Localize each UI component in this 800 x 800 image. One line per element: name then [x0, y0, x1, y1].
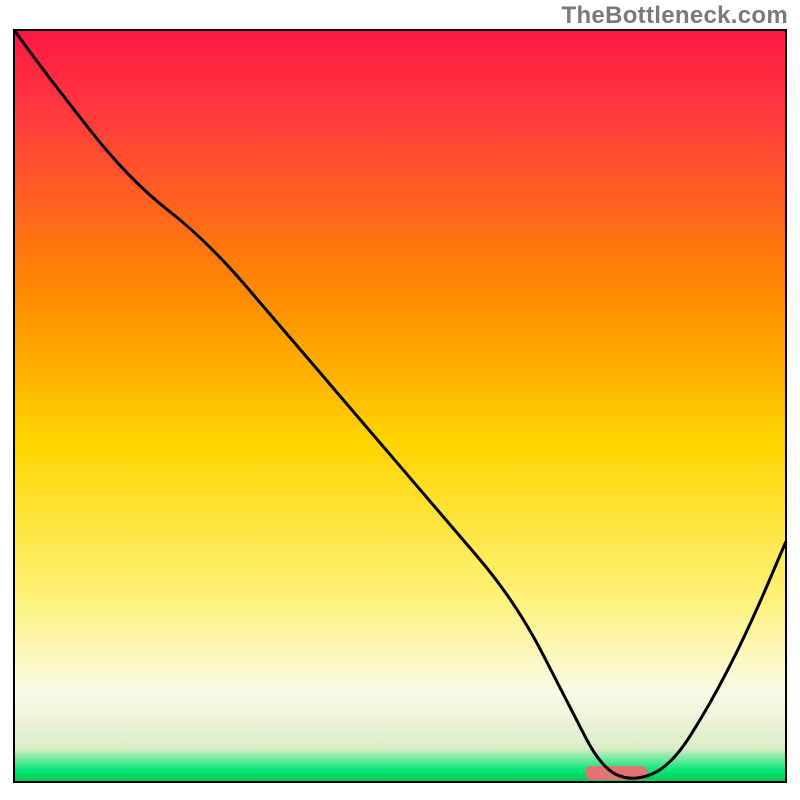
bottleneck-chart: [0, 0, 800, 800]
plot-background: [14, 30, 786, 782]
chart-stage: TheBottleneck.com: [0, 0, 800, 800]
